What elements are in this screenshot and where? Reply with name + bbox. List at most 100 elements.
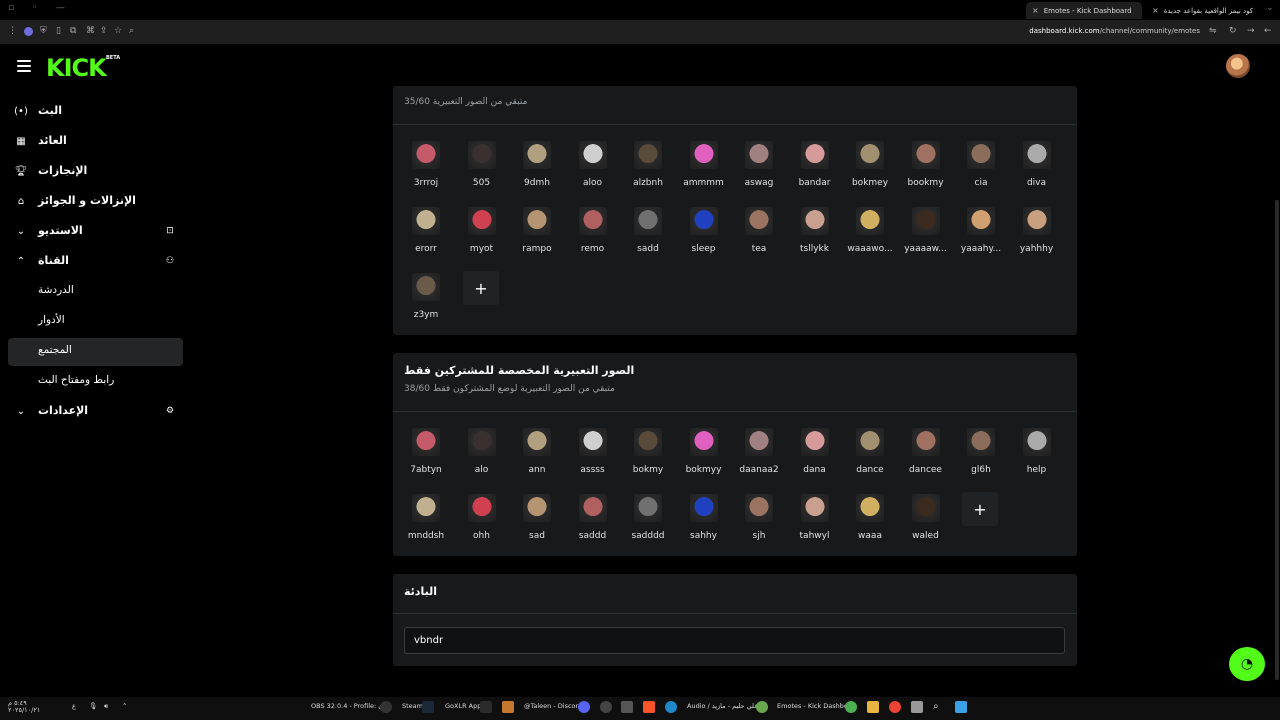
close-icon[interactable]: × [1152, 6, 1159, 15]
emote-item[interactable]: daanaa2 [731, 428, 787, 490]
discord-icon[interactable] [578, 701, 590, 713]
emote-item[interactable]: assss [565, 428, 621, 490]
emote-item[interactable]: yahhhy [1009, 207, 1065, 269]
emote-item[interactable]: sadd [620, 207, 676, 269]
taskbar-app-discord[interactable]: @Taleen - Discord [524, 702, 582, 710]
tab-search-icon[interactable]: ⌄ [1266, 3, 1274, 13]
translate-icon[interactable]: ⌘ [86, 26, 95, 36]
emote-item[interactable]: sleep [676, 207, 732, 269]
edge-icon[interactable] [665, 701, 677, 713]
emote-item[interactable]: dance [842, 428, 898, 490]
prefix-input[interactable]: vbndr [404, 627, 1065, 654]
search-icon[interactable]: ⌕ [933, 701, 945, 713]
scrollbar[interactable] [1275, 200, 1279, 680]
goxlr-icon[interactable] [480, 701, 492, 713]
sidebar-item-channel[interactable]: ⌃ القناة ⚇ [8, 248, 183, 276]
profile-icon[interactable] [24, 27, 33, 36]
emote-item[interactable]: bokmey [842, 141, 898, 203]
reload-tab-icon[interactable]: ◦ [32, 3, 37, 13]
sidebar-item-studio[interactable]: ⌄ الاستديو ⊡ [8, 218, 183, 246]
sidebar-item-broadcast[interactable]: (•) البث [8, 98, 183, 126]
taskbar-app-audio[interactable]: Audio / علي حليم - مازيد [687, 702, 758, 710]
emote-item[interactable]: 9dmh [509, 141, 565, 203]
taskbar-app-goxlr[interactable]: GoXLR App [445, 702, 481, 710]
sidebar-item-chat[interactable]: الدردشة [8, 278, 183, 306]
emote-item[interactable]: ammmm [676, 141, 732, 203]
sidebar-item-revenue[interactable]: ▦ العائد [8, 128, 183, 156]
emote-item[interactable]: cia [953, 141, 1009, 203]
url-text[interactable]: dashboard.kick.com/channel/community/emo… [1029, 27, 1200, 35]
forward-icon[interactable]: → [1247, 26, 1255, 36]
kick-logo[interactable]: KICK [46, 54, 107, 82]
emote-item[interactable]: waaa [842, 494, 898, 556]
emote-item[interactable]: sad [509, 494, 565, 556]
shield-icon[interactable]: ⛨ [40, 26, 47, 36]
emote-item[interactable]: dana [787, 428, 843, 490]
folder-icon[interactable] [867, 701, 879, 713]
emote-item[interactable]: sahhy [676, 494, 732, 556]
emote-item[interactable]: 3rrroj [398, 141, 454, 203]
sidebar-item-roles[interactable]: الأدوار [8, 308, 183, 336]
emote-item[interactable]: aswag [731, 141, 787, 203]
emote-item[interactable]: z3ym [398, 273, 454, 335]
emote-item[interactable]: gl6h [953, 428, 1009, 490]
extensions-icon[interactable]: ⧉ [70, 26, 76, 36]
app-icon[interactable] [889, 701, 901, 713]
chrome-icon[interactable] [845, 701, 857, 713]
emote-item[interactable]: yaaaaw... [898, 207, 954, 269]
emote-item[interactable]: tea [731, 207, 787, 269]
clock[interactable]: ٥:٤٩ م ٢٠٢٥/١٠/٢١ [8, 700, 40, 714]
reload-icon[interactable]: ↻ [1229, 26, 1237, 36]
search-icon[interactable]: ⌕ [129, 26, 134, 36]
emote-item[interactable]: dancee [898, 428, 954, 490]
emote-item[interactable]: bokmy [620, 428, 676, 490]
emote-item[interactable]: yaaahy... [953, 207, 1009, 269]
emote-item[interactable]: 505 [454, 141, 510, 203]
sidebar-item-settings[interactable]: ⌄ الإعدادات ⚙ [8, 398, 183, 426]
emote-item[interactable]: tahwyl [787, 494, 843, 556]
emote-item[interactable]: waled [898, 494, 954, 556]
emote-item[interactable]: ohh [454, 494, 510, 556]
emote-item[interactable]: bandar [787, 141, 843, 203]
emote-item[interactable]: tsllykk [787, 207, 843, 269]
show-hidden-icon[interactable]: ⌃ [122, 702, 127, 710]
emote-item[interactable]: waaawo... [842, 207, 898, 269]
tab-emotes-kick-dashboard[interactable]: × Emotes - Kick Dashboard [1026, 2, 1142, 19]
emote-item[interactable]: aloo [565, 141, 621, 203]
emote-item[interactable]: 7abtyn [398, 428, 454, 490]
emote-item[interactable]: ann [509, 428, 565, 490]
window-menu-icon[interactable]: ▫ [8, 3, 14, 13]
minimize-icon[interactable]: — [56, 3, 65, 13]
volume-icon[interactable]: 🔊︎ [104, 702, 108, 711]
emote-item[interactable]: help [1009, 428, 1065, 490]
steam-icon[interactable] [422, 701, 434, 713]
back-icon[interactable]: ← [1264, 26, 1272, 36]
emote-item[interactable]: saddd [565, 494, 621, 556]
emote-item[interactable]: sjh [731, 494, 787, 556]
menu-icon[interactable] [17, 60, 31, 72]
add-emote-button[interactable]: + [962, 492, 998, 526]
more-icon[interactable]: ⋮ [8, 26, 17, 36]
close-icon[interactable]: × [1032, 6, 1039, 15]
windows-start-icon[interactable] [955, 701, 967, 713]
bookmark-icon[interactable]: ▯ [56, 26, 61, 36]
emote-item[interactable]: rampo [509, 207, 565, 269]
mic-icon[interactable]: 🎙︎ [89, 702, 97, 710]
app-icon[interactable] [600, 701, 612, 713]
sidebar-item-stream-key[interactable]: رابط ومفتاح البث [8, 368, 183, 396]
emote-item[interactable]: myot [454, 207, 510, 269]
taskbar-app-kick[interactable]: Emotes - Kick Dashboa [777, 702, 852, 710]
site-settings-icon[interactable]: ⇋ [1209, 26, 1217, 36]
emote-item[interactable]: alzbnh [620, 141, 676, 203]
chrome-icon[interactable] [756, 701, 768, 713]
emote-item[interactable]: bokmyy [676, 428, 732, 490]
support-chat-button[interactable]: ◔ [1229, 647, 1265, 681]
language-indicator[interactable]: ع [72, 702, 76, 710]
tab-youtube[interactable]: × كود نيمز الواقعية بقواعد جديدة [1146, 2, 1262, 19]
brave-icon[interactable] [643, 701, 655, 713]
emote-item[interactable]: alo [454, 428, 510, 490]
app-icon[interactable] [621, 701, 633, 713]
avatar[interactable] [1226, 54, 1250, 78]
add-emote-button[interactable]: + [463, 271, 499, 305]
emote-item[interactable]: sadddd [620, 494, 676, 556]
